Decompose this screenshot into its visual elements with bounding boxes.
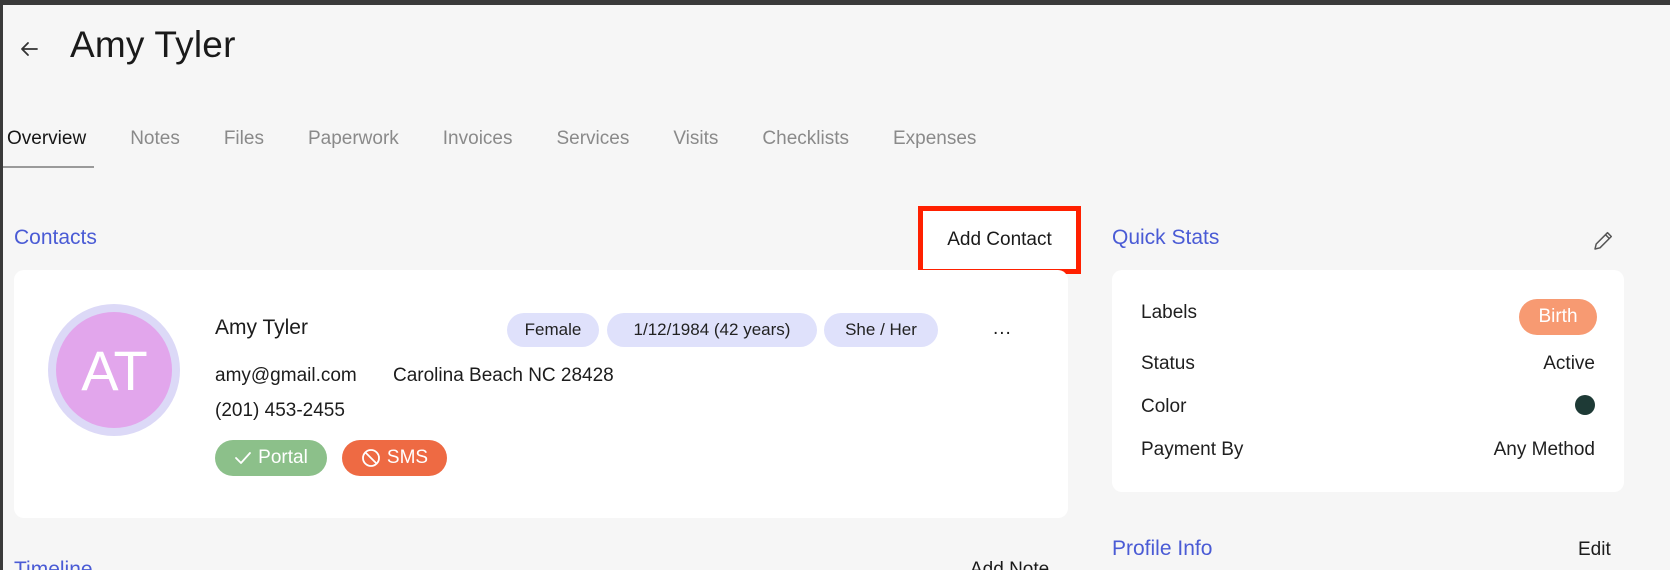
add-contact-button[interactable]: Add Contact	[918, 206, 1081, 274]
contact-name: Amy Tyler	[215, 316, 308, 339]
avatar: AT	[48, 304, 180, 436]
portal-badge[interactable]: Portal	[215, 440, 327, 476]
back-arrow-icon	[21, 42, 38, 56]
birth-label-badge: Birth	[1519, 299, 1597, 335]
contacts-section-title: Contacts	[14, 226, 97, 249]
contact-email[interactable]: amy@gmail.com	[215, 365, 357, 387]
pencil-icon[interactable]	[1590, 228, 1616, 254]
window-left-border	[0, 0, 3, 570]
tab-files[interactable]: Files	[224, 112, 264, 168]
payment-label: Payment By	[1141, 439, 1244, 460]
check-icon	[235, 452, 252, 464]
add-note-link[interactable]: Add Note	[970, 559, 1049, 570]
window-top-border	[0, 0, 1670, 5]
profile-edit-button[interactable]: Edit	[1578, 539, 1611, 561]
tab-bar: Overview Notes Files Paperwork Invoices …	[2, 112, 1020, 168]
portal-label: Portal	[258, 447, 308, 468]
avatar-initials: AT	[56, 312, 172, 428]
status-value: Active	[1543, 353, 1595, 374]
gender-tag: Female	[507, 313, 599, 347]
more-options-button[interactable]: ...	[993, 318, 1012, 340]
tab-overview[interactable]: Overview	[2, 112, 95, 168]
page-title: Amy Tyler	[70, 24, 236, 65]
quick-stats-title: Quick Stats	[1112, 226, 1220, 249]
color-label: Color	[1141, 396, 1187, 417]
tab-visits[interactable]: Visits	[673, 112, 718, 168]
labels-label: Labels	[1141, 302, 1197, 323]
tab-services[interactable]: Services	[556, 112, 629, 168]
tab-expenses[interactable]: Expenses	[893, 112, 976, 168]
contact-phone[interactable]: (201) 453-2455	[215, 400, 345, 422]
sms-badge[interactable]: SMS	[342, 440, 447, 476]
profile-info-title: Profile Info	[1112, 537, 1213, 560]
contact-location: Carolina Beach NC 28428	[393, 365, 614, 386]
blocked-icon	[362, 449, 380, 467]
status-label: Status	[1141, 353, 1195, 374]
pronouns-tag: She / Her	[824, 313, 938, 347]
tab-notes[interactable]: Notes	[130, 112, 180, 168]
sms-label: SMS	[386, 447, 429, 468]
payment-value: Any Method	[1493, 439, 1595, 460]
timeline-section-title: Timeline	[14, 559, 93, 570]
tab-checklists[interactable]: Checklists	[762, 112, 849, 168]
tab-paperwork[interactable]: Paperwork	[308, 112, 399, 168]
tab-invoices[interactable]: Invoices	[443, 112, 513, 168]
birthdate-tag: 1/12/1984 (42 years)	[607, 313, 817, 347]
color-swatch	[1575, 395, 1595, 415]
back-button[interactable]	[16, 36, 42, 62]
